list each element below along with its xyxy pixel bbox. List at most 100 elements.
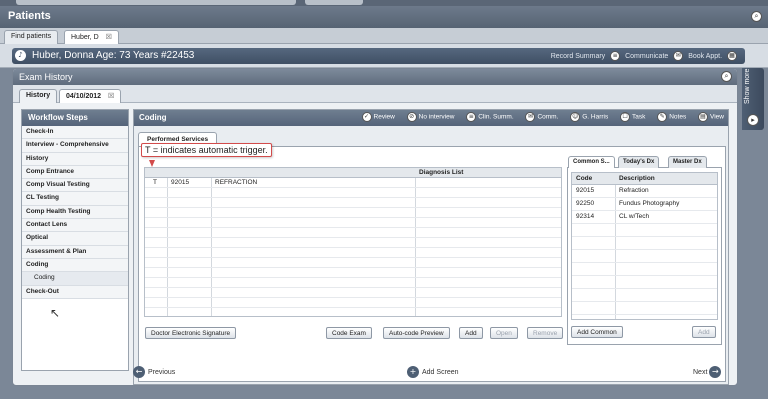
table-row (145, 198, 561, 208)
show-more-label: Show more (744, 68, 751, 104)
top-tab-bar-small (305, 0, 363, 5)
table-row[interactable]: 92250 Fundus Photography (572, 198, 717, 211)
view-icon: ▤ (698, 112, 709, 122)
tab-label: Find patients (11, 33, 52, 40)
workflow-item-optical[interactable]: Optical (22, 232, 128, 246)
service-code: 92015 (171, 179, 190, 186)
collapse-icon[interactable]: ⌕ (721, 71, 732, 82)
diagnosis-panel: Common S... Today's Dx Master Dx Code De… (567, 156, 722, 345)
workflow-subitem-coding[interactable]: Coding (22, 272, 128, 286)
patient-header: Huber, Donna Age: 73 Years #22453 (32, 50, 195, 61)
trigger-tooltip: T = indicates automatic trigger. (141, 143, 272, 157)
show-more-tab[interactable]: Show more ▸ (742, 68, 764, 130)
table-row (145, 288, 561, 298)
add-button[interactable]: Add (459, 327, 483, 339)
tab-history[interactable]: History (19, 89, 58, 103)
mouse-cursor-icon: ↖ (50, 306, 61, 320)
table-row[interactable]: 92314 CL w/Tech (572, 211, 717, 224)
clin-summ-button[interactable]: ≡ Clin. Summ. (466, 112, 514, 122)
notes-icon: ✎ (657, 112, 668, 122)
table-row (572, 250, 717, 263)
remove-button[interactable]: Remove (527, 327, 564, 339)
table-row[interactable]: 92015 Refraction (572, 185, 717, 198)
workflow-steps: Workflow Steps Check-In Interview - Comp… (21, 109, 129, 371)
tab-label: History (26, 92, 51, 99)
trigger-flag: T (153, 179, 157, 186)
dx-add-button[interactable]: Add (692, 326, 716, 338)
table-row (145, 298, 561, 308)
tab-patient-huber[interactable]: Huber, D ☒ (64, 30, 119, 44)
tab-label: 04/10/2012 (66, 93, 102, 100)
dx-grid-header: Code Description (572, 173, 717, 185)
expand-icon[interactable]: ▸ (747, 114, 759, 126)
search-icon[interactable]: ⌕ (751, 11, 762, 22)
dx-description: CL w/Tech (619, 213, 650, 220)
workflow-item-comp-visual-testing[interactable]: Comp Visual Testing (22, 179, 128, 193)
top-tab-bar (16, 0, 296, 5)
user-icon: ☺ (570, 112, 581, 122)
dx-code: 92314 (576, 213, 595, 220)
table-row (572, 276, 717, 289)
record-summary-icon[interactable]: ≡ (610, 51, 621, 61)
dx-code: 92250 (576, 200, 595, 207)
workflow-item-comp-health-testing[interactable]: Comp Health Testing (22, 205, 128, 220)
workflow-item-assessment-plan[interactable]: Assessment & Plan (22, 245, 128, 259)
patient-bar: ♪ Huber, Donna Age: 73 Years #22453 Reco… (0, 44, 768, 68)
view-button[interactable]: ▤ View (698, 112, 724, 122)
plus-icon: + (407, 366, 419, 378)
coding-header: Coding ✓ Review ⊘ No interview ≡ Clin. Summ… (134, 110, 728, 126)
review-button[interactable]: ✓ Review (361, 112, 395, 122)
workflow-item-comp-entrance[interactable]: Comp Entrance (22, 165, 128, 180)
dx-grid: Code Description 92015 Refraction 92250 … (571, 172, 718, 320)
add-screen-button[interactable]: + Add Screen (407, 366, 459, 378)
previous-button[interactable]: ← Previous (133, 366, 175, 378)
task-button[interactable]: ☐ Task (620, 112, 645, 122)
table-row[interactable]: T 92015 REFRACTION (145, 178, 561, 188)
next-button[interactable]: Next → (693, 366, 724, 378)
communicate-link[interactable]: Communicate (625, 53, 668, 60)
table-row (572, 289, 717, 302)
workflow-item-contact-lens[interactable]: Contact Lens (22, 219, 128, 233)
table-row (572, 263, 717, 276)
tab-master-dx[interactable]: Master Dx (668, 156, 707, 168)
patient-tab-strip: Find patients Huber, D ☒ (0, 28, 768, 44)
workflow-item-cl-testing[interactable]: CL Testing (22, 192, 128, 206)
arrow-right-icon: → (709, 366, 722, 378)
doctor-signature-button[interactable]: Doctor Electronic Signature (145, 327, 237, 339)
table-row (145, 268, 561, 278)
coding-toolbar: ✓ Review ⊘ No interview ≡ Clin. Summ. ✉ Comm… (352, 112, 724, 122)
coding-title: Coding (139, 113, 167, 122)
dx-description: Fundus Photography (619, 200, 680, 207)
no-interview-button[interactable]: ⊘ No interview (406, 112, 454, 122)
close-icon[interactable]: ☒ (108, 93, 114, 100)
notes-button[interactable]: ✎ Notes (657, 112, 686, 122)
tab-todays-dx[interactable]: Today's Dx (618, 156, 660, 168)
open-button[interactable]: Open (490, 327, 518, 339)
close-icon[interactable]: ☒ (106, 34, 112, 41)
provider-button[interactable]: ☺ G. Harris (570, 112, 608, 122)
tab-exam-date[interactable]: 04/10/2012 ☒ (59, 89, 122, 103)
summary-icon: ≡ (466, 112, 477, 122)
diagnosis-list-header: Diagnosis List (419, 169, 464, 176)
comm-button[interactable]: ✉ Comm. (525, 112, 558, 122)
book-appt-link[interactable]: Book Appt. (688, 53, 722, 60)
tab-common-services[interactable]: Common S... (568, 156, 615, 168)
dx-code: 92015 (576, 187, 595, 194)
add-common-button[interactable]: Add Common (571, 326, 623, 338)
bell-icon[interactable]: ♪ (15, 50, 26, 61)
code-exam-button[interactable]: Code Exam (326, 327, 372, 339)
communicate-icon[interactable]: ✉ (673, 51, 684, 61)
workflow-item-coding[interactable]: Coding (22, 258, 128, 273)
services-grid: Diagnosis List T 92015 REFRACTION (144, 167, 562, 317)
record-summary-link[interactable]: Record Summary (551, 53, 605, 60)
auto-code-preview-button[interactable]: Auto-code Preview (383, 327, 450, 339)
workflow-item-check-in[interactable]: Check-In (22, 126, 128, 140)
workflow-item-check-out[interactable]: Check-Out (22, 285, 128, 299)
dx-code-header: Code (576, 175, 593, 182)
tab-find-patients[interactable]: Find patients (4, 30, 59, 44)
patient-banner: ♪ Huber, Donna Age: 73 Years #22453 Reco… (12, 48, 745, 64)
calendar-icon[interactable]: ▦ (727, 51, 737, 61)
workflow-item-history[interactable]: History (22, 152, 128, 166)
workflow-item-interview[interactable]: Interview - Comprehensive (22, 139, 128, 153)
comm-icon: ✉ (525, 112, 536, 122)
